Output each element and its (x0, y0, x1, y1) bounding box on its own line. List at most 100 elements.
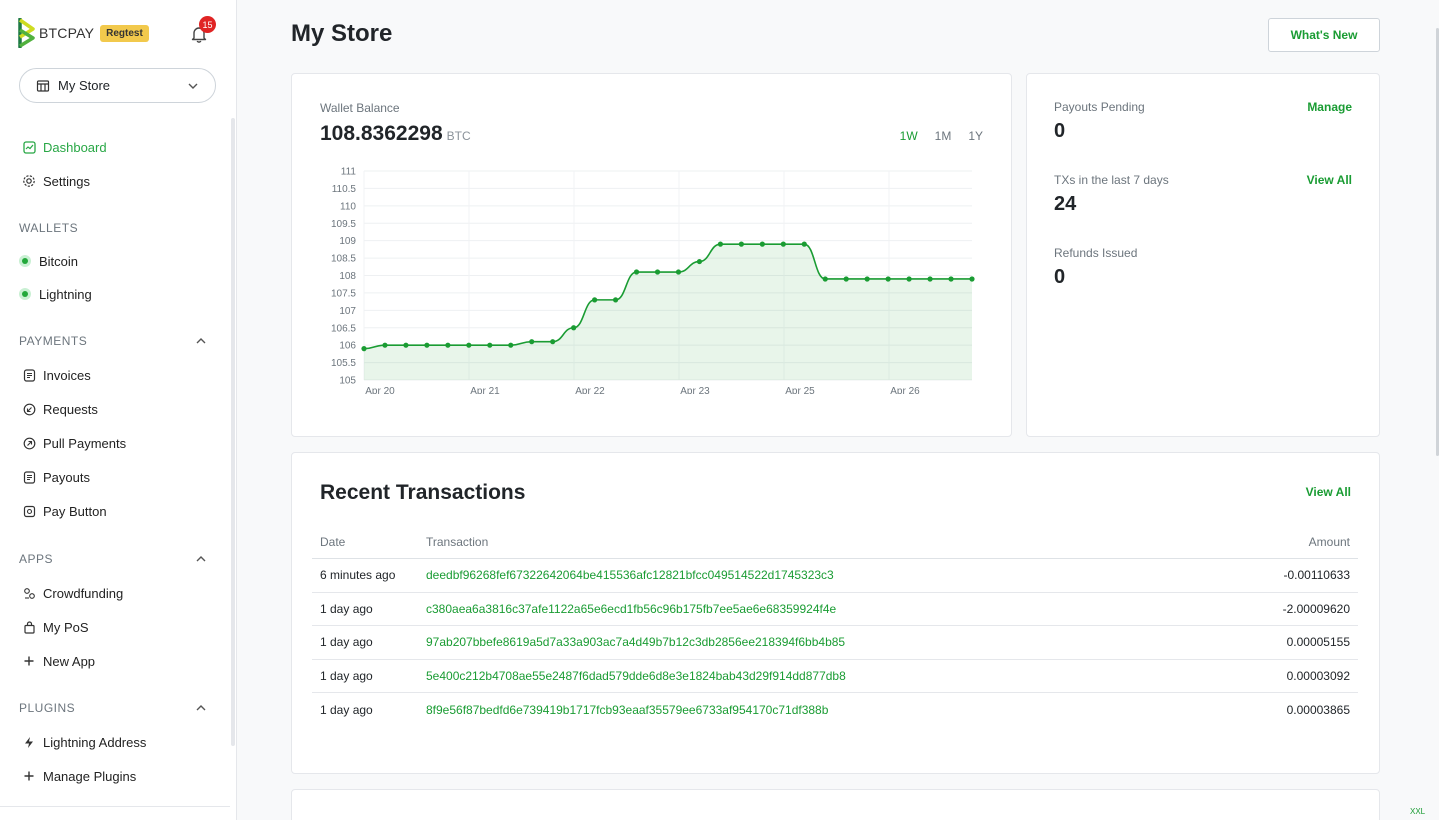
y-tick-label: 108 (339, 271, 356, 282)
status-dot-icon (19, 288, 31, 300)
chart-data-point (822, 276, 828, 282)
sidebar-item-lightning-address[interactable]: Lightning Address (22, 732, 146, 752)
store-selector-label: My Store (58, 78, 111, 93)
chart-data-point (487, 342, 493, 348)
chart-data-point (403, 342, 409, 348)
sidebar-item-pay-button[interactable]: Pay Button (22, 501, 107, 521)
x-tick-label: Apr 22 (575, 386, 605, 394)
view-all-transactions-link[interactable]: View All (1306, 485, 1351, 499)
shopping-bag-icon (22, 620, 36, 634)
chart-data-point (633, 269, 640, 275)
sidebar-item-label: My PoS (43, 619, 89, 635)
chart-data-point (508, 342, 514, 348)
y-tick-label: 107 (339, 306, 356, 317)
sidebar-item-requests[interactable]: Requests (22, 399, 98, 419)
sidebar-item-invoices[interactable]: Invoices (22, 365, 91, 385)
y-tick-label: 106 (339, 341, 356, 352)
sidebar-item-lightning[interactable]: Lightning (19, 284, 92, 304)
sidebar-item-label: Payouts (43, 469, 90, 485)
tx-id-link[interactable]: deedbf96268fef67322642064be415536afc1282… (418, 558, 1207, 593)
chart-data-point (550, 339, 556, 345)
chart-data-point (927, 276, 933, 282)
x-tick-label: Apr 26 (890, 386, 920, 394)
stat-label: Refunds Issued (1054, 246, 1138, 260)
table-header-row: Date Transaction Amount (312, 531, 1358, 559)
table-row: 1 day ago 97ab207bbefe8619a5d7a33a903ac7a… (312, 625, 1358, 660)
chevron-up-icon[interactable] (195, 702, 207, 714)
btcpay-logo-icon (18, 18, 35, 48)
next-card (291, 789, 1380, 820)
section-heading-plugins[interactable]: PLUGINS (19, 701, 207, 715)
y-tick-label: 109 (339, 236, 356, 247)
sidebar-item-crowdfunding[interactable]: Crowdfunding (22, 583, 123, 603)
store-selector[interactable]: My Store (19, 68, 216, 103)
sidebar-item-payouts[interactable]: Payouts (22, 467, 90, 487)
recent-transactions-title: Recent Transactions (320, 481, 526, 504)
sidebar-item-label: Lightning (39, 286, 92, 302)
chart-data-point (382, 342, 388, 348)
chart-area-fill (364, 244, 972, 380)
sidebar-item-label: Crowdfunding (43, 585, 124, 601)
y-tick-label: 111 (341, 167, 357, 178)
sidebar-item-label: Bitcoin (39, 253, 79, 269)
chart-data-point (529, 339, 535, 345)
payout-icon (22, 470, 36, 484)
chart-data-point (571, 325, 577, 331)
tx-amount: 0.00005155 (1206, 625, 1358, 660)
tx-amount: -2.00009620 (1206, 592, 1358, 626)
sidebar-item-new-app[interactable]: New App (22, 651, 95, 671)
range-1m[interactable]: 1M (935, 129, 952, 143)
chart-data-point (612, 297, 619, 303)
sidebar-divider (0, 806, 230, 807)
sidebar-item-label: Settings (43, 173, 90, 189)
y-tick-label: 109.5 (331, 219, 356, 230)
sidebar-item-bitcoin[interactable]: Bitcoin (19, 251, 79, 271)
chart-data-point (717, 241, 724, 247)
view-all-txs-link[interactable]: View All (1307, 173, 1352, 187)
x-tick-label: Apr 25 (785, 386, 815, 394)
tx-id-link[interactable]: 8f9e56f87bedfd6e739419b1717fcb93eaaf3557… (418, 693, 1207, 727)
pay-button-icon (22, 504, 36, 518)
manage-payouts-link[interactable]: Manage (1307, 100, 1352, 114)
section-heading-payments[interactable]: PAYMENTS (19, 334, 207, 348)
tx-id-link[interactable]: c380aea6a3816c37afe1122a65e6ecd1fb56c96b… (418, 592, 1207, 626)
stat-txs-last-7-days: TXs in the last 7 days 24 View All (1054, 173, 1352, 216)
request-icon (22, 402, 36, 416)
range-1w[interactable]: 1W (900, 129, 918, 143)
chart-data-point (906, 276, 912, 282)
chart-data-point (466, 342, 472, 348)
chart-data-point (424, 342, 430, 348)
chevron-up-icon[interactable] (195, 553, 207, 565)
sidebar-item-label: Dashboard (43, 139, 107, 155)
chart-data-point (801, 241, 807, 247)
range-1y[interactable]: 1Y (968, 129, 983, 143)
chevron-up-icon[interactable] (195, 335, 207, 347)
brand-logo-link[interactable]: BTCPAY Regtest (18, 18, 149, 48)
chart-data-point (780, 241, 786, 247)
recent-transactions-card: Recent Transactions View All Date Transa… (291, 452, 1380, 774)
x-tick-label: Apr 23 (680, 386, 710, 394)
chevron-down-icon (188, 83, 198, 89)
sidebar-item-manage-plugins[interactable]: Manage Plugins (22, 766, 136, 786)
notification-count-badge[interactable]: 15 (199, 16, 216, 33)
sidebar-item-dashboard[interactable]: Dashboard (22, 137, 107, 157)
wallet-balance-value: 108.8362298 BTC (320, 122, 471, 145)
chart-data-point (843, 276, 849, 282)
sidebar-item-my-pos[interactable]: My PoS (22, 617, 89, 637)
sidebar: BTCPAY Regtest 15 My Store Dashboard Set… (0, 0, 237, 820)
column-header-transaction: Transaction (418, 531, 1207, 559)
tx-id-link[interactable]: 97ab207bbefe8619a5d7a33a903ac7a4d49b7b12… (418, 625, 1207, 660)
chart-data-point (675, 269, 682, 275)
sidebar-item-pull-payments[interactable]: Pull Payments (22, 433, 126, 453)
section-heading-apps[interactable]: APPS (19, 552, 207, 566)
sidebar-scrollbar[interactable] (231, 118, 235, 746)
dashboard-icon (22, 140, 36, 154)
sidebar-item-settings[interactable]: Settings (22, 171, 90, 191)
table-row: 1 day ago c380aea6a3816c37afe1122a65e6ecd… (312, 592, 1358, 626)
whats-new-button[interactable]: What's New (1268, 18, 1380, 52)
sidebar-item-label: Pay Button (43, 503, 107, 519)
tx-id-link[interactable]: 5e400c212b4708ae55e2487f6dad579dde6d8e3e… (418, 659, 1207, 693)
stat-refunds-issued: Refunds Issued 0 (1054, 246, 1352, 289)
chart-data-point (361, 346, 367, 352)
invoice-icon (22, 368, 36, 382)
